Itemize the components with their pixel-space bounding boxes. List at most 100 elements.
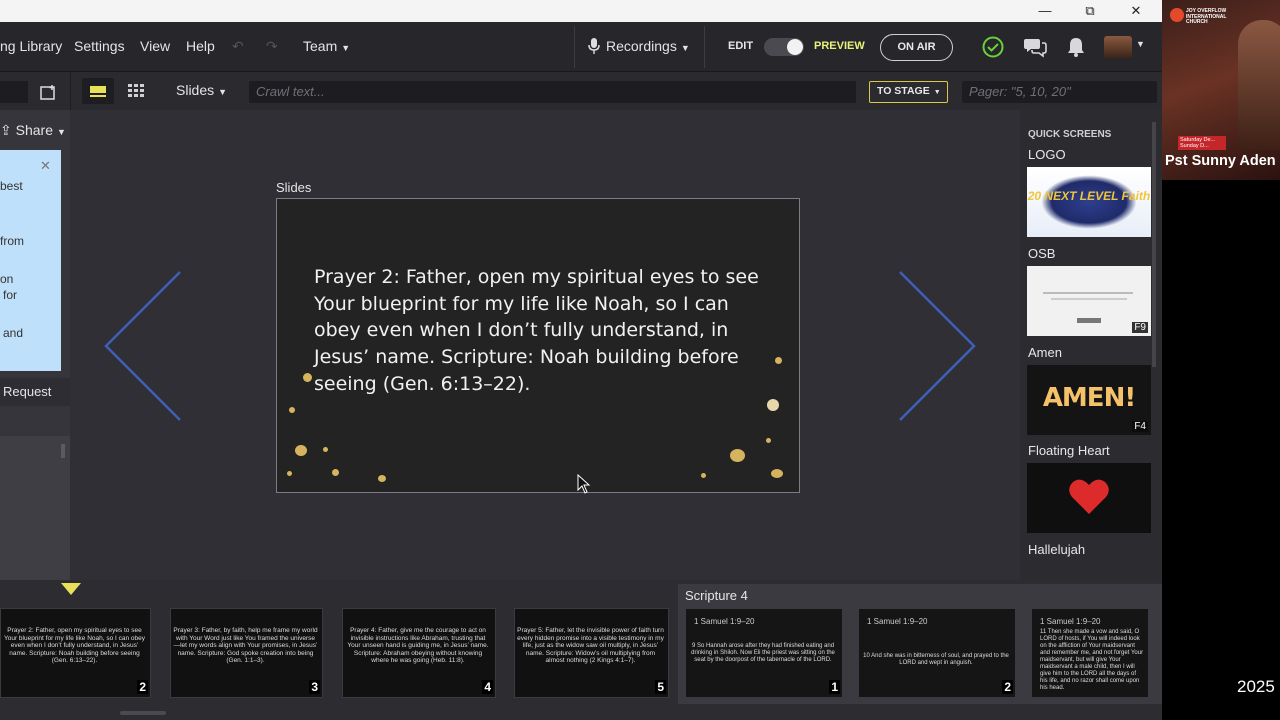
menu-settings[interactable]: Settings: [74, 38, 125, 54]
event-banner: Saturday De... Sunday D...: [1178, 136, 1226, 150]
share-button[interactable]: ⇪ Share ▼: [0, 122, 66, 139]
slide-number-badge: 4: [482, 680, 493, 694]
chevron-down-icon: ▼: [933, 89, 941, 96]
chevron-down-icon: ▼: [56, 127, 66, 137]
chevron-down-icon: ▼: [341, 43, 351, 53]
toggle-knob: [787, 39, 803, 55]
church-name: JOY OVERFLOW INTERNATIONAL CHURCH: [1186, 8, 1227, 25]
undo-icon[interactable]: ↶: [232, 38, 244, 55]
previous-slide-arrow-icon[interactable]: [102, 270, 182, 422]
single-view-button[interactable]: [82, 78, 114, 104]
slide-thumbnail[interactable]: Prayer 2: Father, open my spiritual eyes…: [0, 608, 151, 698]
slide-thumbnail[interactable]: Prayer 4: Father, give me the courage to…: [342, 608, 496, 698]
gold-sparkle: [701, 473, 706, 478]
request-label: Request: [3, 384, 52, 399]
share-icon: ⇪: [0, 122, 16, 138]
logo-art-text: 20 NEXT LEVEL Faith: [1027, 189, 1151, 203]
gold-sparkle: [289, 407, 295, 413]
bell-icon[interactable]: [1066, 36, 1086, 58]
scrollbar[interactable]: [61, 444, 65, 458]
on-air-button[interactable]: ON AIR: [880, 34, 953, 61]
scripture-thumbnail[interactable]: 1 Samuel 1:9–20 10 And she was in bitter…: [858, 608, 1016, 698]
gold-sparkle: [378, 475, 386, 482]
slide-thumbnail-text: Prayer 3: Father, by faith, help me fram…: [173, 627, 318, 664]
new-window-icon[interactable]: [40, 84, 58, 100]
search-field-fragment[interactable]: [0, 81, 28, 103]
quick-screen-label: OSB: [1028, 246, 1056, 261]
side-panel: 2025: [1162, 180, 1280, 720]
note-line: and: [3, 326, 24, 340]
status-ok-icon[interactable]: [982, 36, 1004, 58]
menu-library[interactable]: ng Library: [0, 38, 62, 54]
quick-screens-panel: QUICK SCREENS LOGO 20 NEXT LEVEL Faith O…: [1020, 110, 1162, 580]
note-line: from: [0, 234, 24, 248]
avatar[interactable]: [1104, 36, 1132, 58]
stage-area: Slides Prayer 2: Father, open my spiritu…: [70, 110, 1020, 580]
quick-screen-osb[interactable]: F9: [1027, 266, 1151, 336]
slide-thumbnail[interactable]: Prayer 5: Father, let the invisible powe…: [514, 608, 669, 698]
scrollbar[interactable]: [1152, 122, 1156, 367]
scripture-thumbnail-text: 9 So Hannah arose after they had finishe…: [691, 643, 835, 663]
redo-icon[interactable]: ↷: [266, 38, 278, 55]
maximize-button[interactable]: ⧉: [1067, 0, 1113, 22]
divider: [70, 72, 71, 110]
quick-screen-floating-heart[interactable]: [1027, 463, 1151, 533]
gold-sparkle: [766, 438, 771, 443]
chevron-down-icon: ▼: [218, 87, 228, 97]
sticky-note[interactable]: ✕ best from on for and: [0, 150, 61, 371]
playhead-marker-icon: [61, 583, 81, 595]
recordings-dropdown[interactable]: Recordings ▼: [588, 38, 690, 54]
preview-label: PREVIEW: [814, 40, 865, 52]
team-dropdown[interactable]: Team ▼: [303, 38, 350, 54]
pager-input[interactable]: Pager: "5, 10, 20": [962, 81, 1157, 103]
divider: [574, 26, 575, 68]
left-panel: ⇪ Share ▼ ✕ best from on for and Request: [0, 110, 70, 580]
quick-screen-amen[interactable]: AMEN! F4: [1027, 365, 1151, 435]
crawl-text-input[interactable]: Crawl text...: [249, 81, 856, 103]
gold-sparkle: [303, 373, 312, 382]
scripture-thumbnail[interactable]: 1 Samuel 1:9–20 9 So Hannah arose after …: [685, 608, 843, 698]
note-line: best: [0, 179, 23, 193]
edit-preview-toggle[interactable]: [764, 38, 804, 56]
chevron-down-icon[interactable]: ▼: [1136, 39, 1145, 49]
to-stage-button[interactable]: TO STAGE ▼: [869, 81, 948, 103]
hotkey-label: F9: [1132, 322, 1148, 333]
close-button[interactable]: ✕: [1113, 0, 1159, 22]
osb-line: [1043, 292, 1133, 294]
menu-help[interactable]: Help: [186, 38, 215, 54]
chat-icon[interactable]: [1023, 36, 1047, 58]
quick-screens-header: QUICK SCREENS: [1028, 129, 1112, 140]
gold-sparkle: [767, 399, 779, 411]
slides-dropdown[interactable]: Slides ▼: [176, 82, 227, 98]
amen-art-text: AMEN!: [1042, 383, 1136, 413]
single-view-icon-line: [90, 95, 106, 97]
slide-number-badge: 5: [655, 680, 666, 694]
close-icon[interactable]: ✕: [40, 158, 51, 174]
slide-thumbnail-text: Prayer 2: Father, open my spiritual eyes…: [3, 627, 146, 664]
slide-thumbnail-text: Prayer 5: Father, let the invisible powe…: [517, 627, 664, 664]
note-line: for: [3, 288, 18, 302]
menu-view[interactable]: View: [140, 38, 170, 54]
quick-screen-logo[interactable]: 20 NEXT LEVEL Faith: [1027, 167, 1151, 237]
hotkey-label: F4: [1132, 421, 1148, 432]
next-slide-arrow-icon[interactable]: [898, 270, 978, 422]
church-logo-icon: [1170, 8, 1184, 22]
slide-number-badge: 1: [829, 680, 840, 694]
current-slide[interactable]: Prayer 2: Father, open my spiritual eyes…: [276, 198, 800, 493]
gold-sparkle: [323, 447, 328, 452]
quick-screen-label: Floating Heart: [1028, 443, 1110, 458]
heart-icon: [1069, 479, 1109, 514]
horizontal-scrollbar[interactable]: [120, 711, 166, 715]
team-label: Team: [303, 38, 338, 54]
slides-dropdown-label: Slides: [176, 82, 215, 98]
slide-number-badge: 2: [1002, 680, 1013, 694]
minimize-button[interactable]: —: [1022, 0, 1068, 22]
scripture-thumbnail[interactable]: 1 Samuel 1:9–20 11 Then she made a vow a…: [1031, 608, 1149, 698]
osb-bar: [1077, 318, 1101, 323]
share-label: Share: [15, 122, 53, 138]
request-tab[interactable]: Request: [0, 378, 70, 406]
slide-thumbnail[interactable]: Prayer 3: Father, by faith, help me fram…: [170, 608, 323, 698]
scripture-thumbnail-text: 11 Then she made a vow and said, O LORD …: [1040, 629, 1144, 691]
grid-view-icon[interactable]: [128, 84, 145, 98]
scripture-reference: 1 Samuel 1:9–20: [867, 617, 928, 626]
